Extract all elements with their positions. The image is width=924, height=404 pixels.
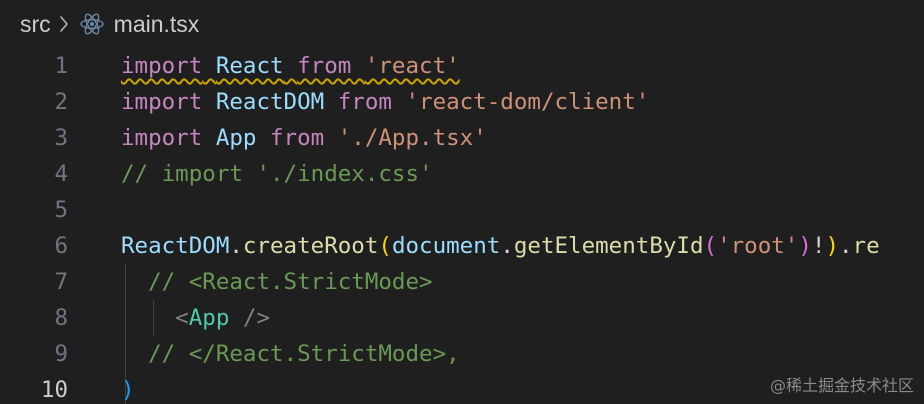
code-token: (: [378, 233, 392, 259]
line-number: 8: [54, 305, 68, 331]
code-token: (: [703, 233, 718, 259]
line-content[interactable]: ReactDOM.createRoot(document.getElementB…: [121, 228, 880, 264]
code-token: ): [825, 233, 839, 259]
code-token: from: [337, 89, 392, 115]
code-token: getElementById: [513, 233, 704, 259]
react-icon: [79, 11, 105, 37]
line-number: 2: [54, 89, 68, 115]
code-editor[interactable]: src main.tsx 1 import React from 'react' 2…: [0, 0, 924, 404]
code-line[interactable]: 3 import App from './App.tsx': [0, 120, 924, 156]
code-token: document: [391, 233, 501, 259]
code-token: App: [215, 125, 257, 151]
code-token: // </React.StrictMode>,: [148, 341, 460, 367]
line-content[interactable]: ): [121, 372, 135, 404]
code-token: re: [852, 233, 880, 259]
code-token: .: [838, 233, 853, 259]
line-number: 4: [54, 161, 68, 187]
code-token: import: [121, 53, 203, 79]
code-line[interactable]: 8 <App />: [0, 300, 924, 336]
code-token: 'react': [364, 53, 460, 79]
line-number: 1: [54, 53, 68, 79]
code-area[interactable]: 1 import React from 'react' 2 import ReactD…: [0, 48, 924, 404]
code-token: './App.tsx': [337, 125, 487, 151]
code-token: <: [175, 305, 189, 331]
code-line[interactable]: 2 import ReactDOM from 'react-dom/client': [0, 84, 924, 120]
line-content[interactable]: import App from './App.tsx': [121, 120, 487, 156]
code-token: ReactDOM: [121, 233, 230, 259]
line-number: 6: [54, 233, 68, 259]
code-token: 'react-dom/client': [405, 89, 650, 115]
code-token: React: [215, 53, 284, 79]
code-token: />: [229, 305, 271, 331]
code-token: from: [270, 125, 325, 151]
code-token: import: [121, 89, 203, 115]
watermark: @稀土掘金技术社区: [769, 376, 914, 395]
line-number: 9: [54, 341, 68, 367]
code-token: ): [798, 233, 812, 259]
code-token: from: [297, 53, 352, 79]
line-number: 7: [54, 269, 68, 295]
code-line[interactable]: 5: [0, 192, 924, 228]
breadcrumb-folder[interactable]: src: [20, 11, 51, 38]
line-content[interactable]: import React from 'react': [121, 48, 460, 84]
code-token: .: [500, 233, 514, 259]
code-token: !: [811, 233, 826, 259]
code-line[interactable]: 7 // <React.StrictMode>: [0, 264, 924, 300]
line-number: 10: [40, 377, 68, 403]
code-line[interactable]: 6 ReactDOM.createRoot(document.getElement…: [0, 228, 924, 264]
code-token: // import './index.css': [121, 161, 433, 187]
code-token: ReactDOM: [215, 89, 325, 115]
code-line[interactable]: 9 // </React.StrictMode>,: [0, 336, 924, 372]
line-content[interactable]: // <React.StrictMode>: [121, 264, 433, 300]
line-number: 3: [54, 125, 68, 151]
code-token: // <React.StrictMode>: [148, 269, 433, 295]
breadcrumb: src main.tsx: [0, 0, 924, 48]
code-token: .: [229, 233, 243, 259]
code-line[interactable]: 1 import React from 'react': [0, 48, 924, 84]
breadcrumb-file[interactable]: main.tsx: [114, 11, 200, 38]
line-number: 5: [54, 197, 68, 223]
code-token: ): [121, 377, 135, 403]
code-token: createRoot: [242, 233, 379, 259]
code-token: App: [188, 305, 230, 331]
chevron-right-icon: [59, 15, 69, 33]
code-token: 'root': [717, 233, 799, 259]
line-content[interactable]: <App />: [121, 300, 270, 336]
line-content[interactable]: // import './index.css': [121, 156, 433, 192]
code-line[interactable]: 4 // import './index.css': [0, 156, 924, 192]
line-content[interactable]: // </React.StrictMode>,: [121, 336, 460, 372]
code-token: import: [121, 125, 203, 151]
line-content[interactable]: import ReactDOM from 'react-dom/client': [121, 84, 649, 120]
